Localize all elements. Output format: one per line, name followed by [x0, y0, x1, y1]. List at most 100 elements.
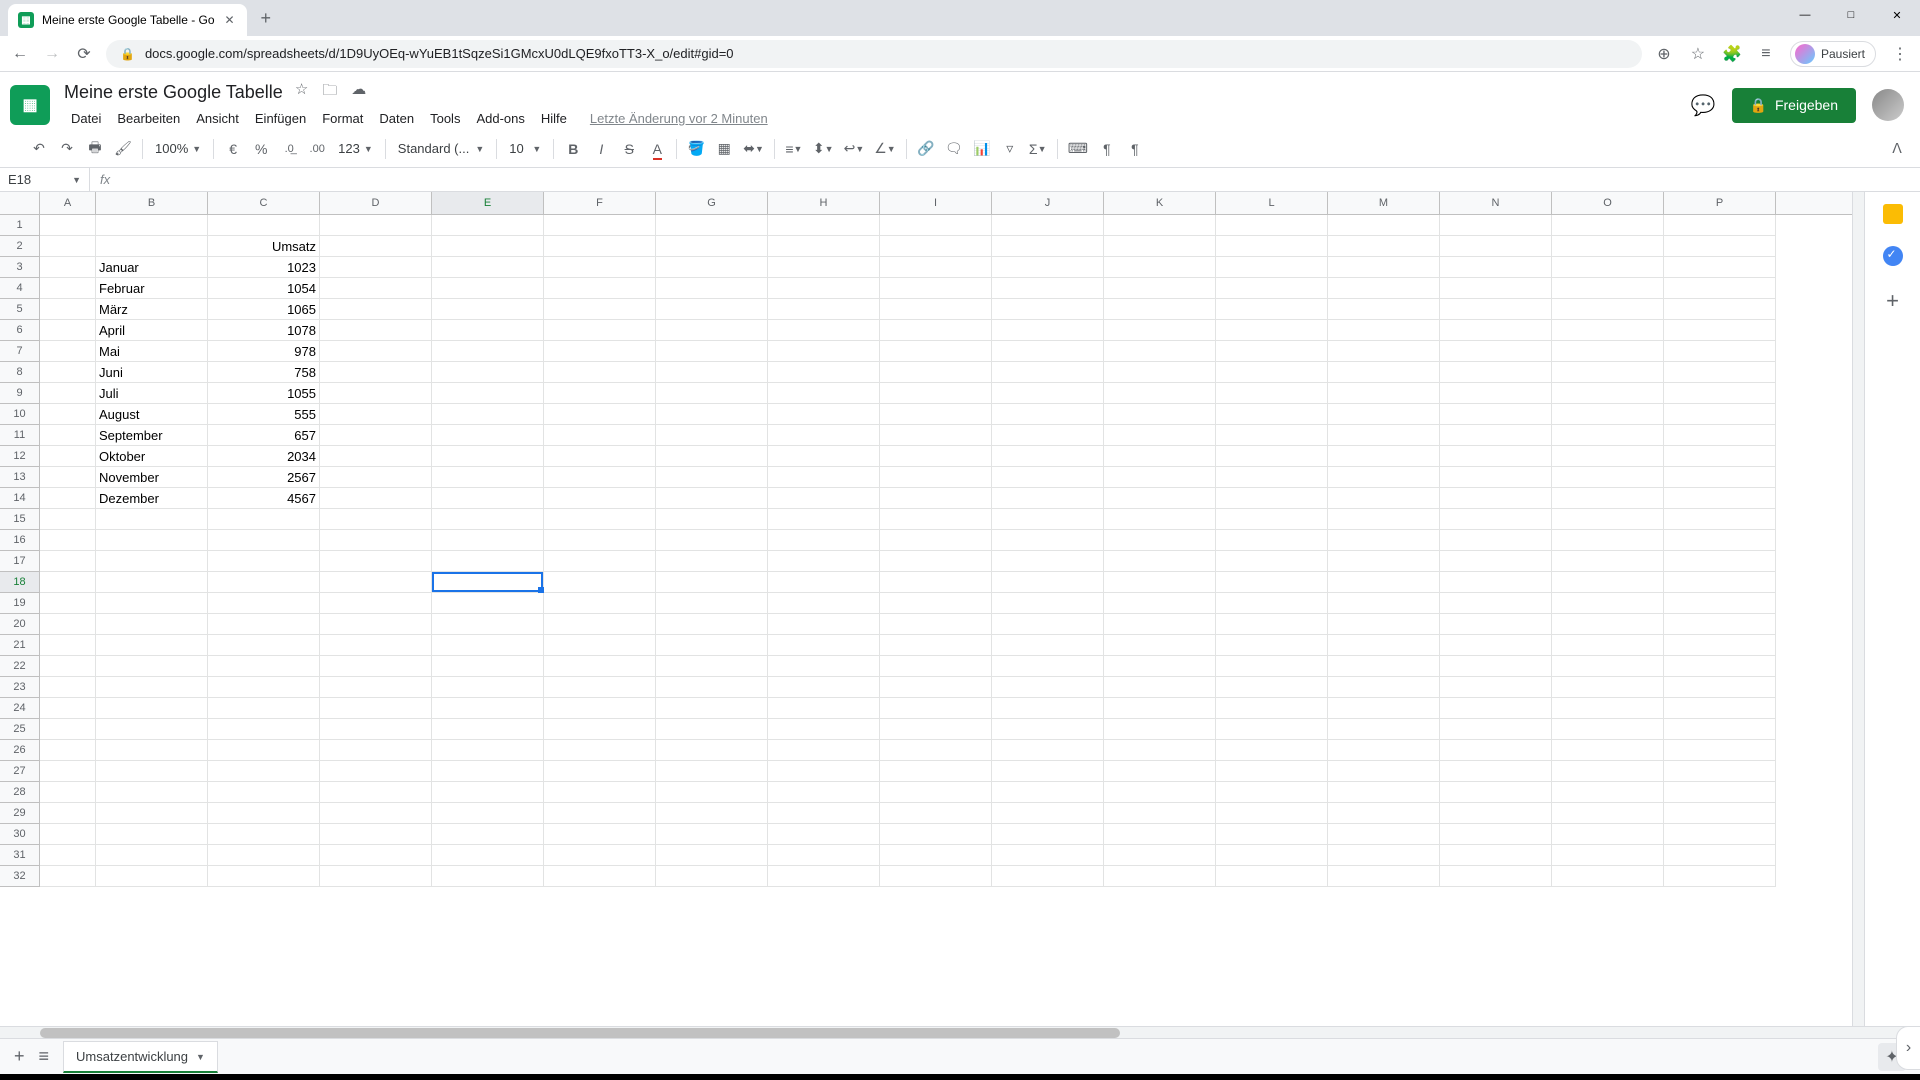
- cell[interactable]: [1440, 488, 1552, 509]
- cell[interactable]: [1552, 698, 1664, 719]
- cell[interactable]: [320, 488, 432, 509]
- column-header[interactable]: J: [992, 192, 1104, 214]
- cell[interactable]: [40, 278, 96, 299]
- merge-cells-icon[interactable]: ⬌▼: [739, 136, 768, 162]
- cell[interactable]: [40, 698, 96, 719]
- cell[interactable]: [96, 761, 208, 782]
- cell[interactable]: [96, 845, 208, 866]
- scrollbar-thumb[interactable]: [40, 1028, 1120, 1038]
- cell[interactable]: [96, 551, 208, 572]
- filter-icon[interactable]: ▿: [997, 136, 1023, 162]
- cell[interactable]: [1328, 845, 1440, 866]
- column-header[interactable]: G: [656, 192, 768, 214]
- cell[interactable]: [1104, 509, 1216, 530]
- cell[interactable]: [544, 656, 656, 677]
- document-title[interactable]: Meine erste Google Tabelle: [64, 82, 283, 103]
- cell[interactable]: [320, 446, 432, 467]
- cell[interactable]: [768, 677, 880, 698]
- wrap-icon[interactable]: ↩▼: [840, 136, 869, 162]
- cell[interactable]: [1440, 299, 1552, 320]
- cell[interactable]: [992, 824, 1104, 845]
- cell[interactable]: [992, 425, 1104, 446]
- cell[interactable]: [1216, 551, 1328, 572]
- row-header[interactable]: 13: [0, 467, 40, 488]
- cell[interactable]: [544, 530, 656, 551]
- cell[interactable]: [1552, 446, 1664, 467]
- cell[interactable]: [1104, 845, 1216, 866]
- cell[interactable]: [1440, 761, 1552, 782]
- cells-area[interactable]: UmsatzJanuar1023Februar1054März1065April…: [40, 215, 1776, 887]
- cell[interactable]: [1552, 719, 1664, 740]
- cell[interactable]: [40, 383, 96, 404]
- cell[interactable]: [768, 698, 880, 719]
- cell[interactable]: [656, 509, 768, 530]
- cell[interactable]: [1328, 782, 1440, 803]
- cell[interactable]: [432, 782, 544, 803]
- row-header[interactable]: 19: [0, 593, 40, 614]
- cell[interactable]: [880, 467, 992, 488]
- cell[interactable]: [656, 425, 768, 446]
- cell[interactable]: [880, 257, 992, 278]
- cell[interactable]: [432, 614, 544, 635]
- font-size-dropdown[interactable]: 10 ▼: [503, 141, 547, 156]
- cell[interactable]: [544, 824, 656, 845]
- cell[interactable]: [1440, 593, 1552, 614]
- cell[interactable]: [1328, 593, 1440, 614]
- cell[interactable]: [432, 803, 544, 824]
- cell[interactable]: [432, 236, 544, 257]
- v-align-icon[interactable]: ⬍▼: [809, 136, 838, 162]
- cell[interactable]: [656, 446, 768, 467]
- cell[interactable]: [320, 740, 432, 761]
- cell[interactable]: [1328, 509, 1440, 530]
- cell[interactable]: [96, 719, 208, 740]
- row-header[interactable]: 15: [0, 509, 40, 530]
- cell[interactable]: [320, 404, 432, 425]
- cell[interactable]: [1440, 740, 1552, 761]
- row-header[interactable]: 25: [0, 719, 40, 740]
- sheets-logo-icon[interactable]: ▦: [10, 85, 50, 125]
- cell[interactable]: [40, 635, 96, 656]
- cell[interactable]: [656, 278, 768, 299]
- cell[interactable]: [1552, 383, 1664, 404]
- cell[interactable]: [768, 761, 880, 782]
- cell[interactable]: [1440, 509, 1552, 530]
- cell[interactable]: [40, 341, 96, 362]
- cell[interactable]: [880, 236, 992, 257]
- cell[interactable]: [1552, 341, 1664, 362]
- column-header[interactable]: F: [544, 192, 656, 214]
- cell[interactable]: [320, 362, 432, 383]
- cell[interactable]: [96, 572, 208, 593]
- cell[interactable]: [880, 509, 992, 530]
- cell[interactable]: 657: [208, 425, 320, 446]
- cell[interactable]: [1552, 320, 1664, 341]
- column-header[interactable]: I: [880, 192, 992, 214]
- cell[interactable]: [992, 614, 1104, 635]
- cell[interactable]: [1216, 803, 1328, 824]
- cell[interactable]: [40, 488, 96, 509]
- paint-format-icon[interactable]: 🖌: [110, 136, 136, 162]
- cell[interactable]: [432, 425, 544, 446]
- cell[interactable]: [40, 782, 96, 803]
- column-header[interactable]: C: [208, 192, 320, 214]
- redo-icon[interactable]: ↷: [54, 136, 80, 162]
- cell[interactable]: [1216, 572, 1328, 593]
- cell[interactable]: [880, 593, 992, 614]
- cell[interactable]: [656, 530, 768, 551]
- increase-decimal-button[interactable]: .00: [304, 136, 330, 162]
- cell[interactable]: [544, 509, 656, 530]
- cell[interactable]: [544, 572, 656, 593]
- cell[interactable]: [432, 551, 544, 572]
- cell[interactable]: [880, 320, 992, 341]
- cell[interactable]: [656, 824, 768, 845]
- cell[interactable]: [544, 866, 656, 887]
- print-icon[interactable]: 🖶: [82, 136, 108, 162]
- row-header[interactable]: 24: [0, 698, 40, 719]
- cell[interactable]: [1216, 341, 1328, 362]
- row-header[interactable]: 18: [0, 572, 40, 593]
- cell[interactable]: 1023: [208, 257, 320, 278]
- cell[interactable]: [40, 257, 96, 278]
- cell[interactable]: [432, 215, 544, 236]
- column-header[interactable]: O: [1552, 192, 1664, 214]
- select-all-corner[interactable]: [0, 192, 40, 214]
- cell[interactable]: [656, 572, 768, 593]
